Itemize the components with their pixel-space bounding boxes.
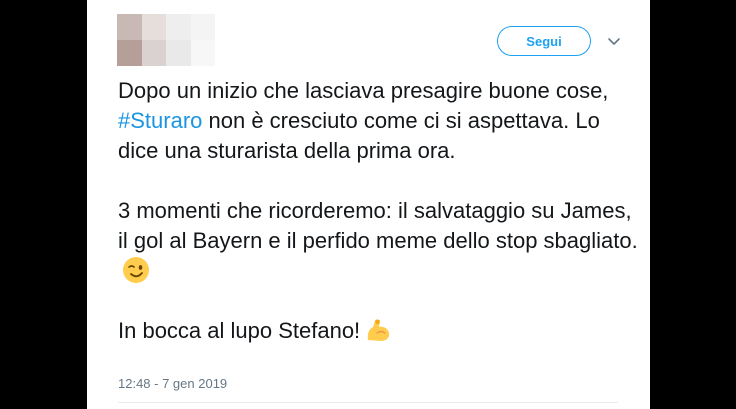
paragraph-3-text: In bocca al lupo Stefano! bbox=[118, 318, 361, 343]
divider bbox=[118, 402, 618, 403]
blurred-author-avatar[interactable] bbox=[117, 14, 215, 66]
tweet-card: Segui Dopo un inizio che lasciava presag… bbox=[87, 0, 650, 409]
tweet-timestamp[interactable]: 12:48 - 7 gen 2019 bbox=[118, 376, 227, 391]
chevron-down-icon[interactable] bbox=[606, 33, 622, 49]
winking-face-icon bbox=[123, 257, 149, 283]
screenshot-stage: Segui Dopo un inizio che lasciava presag… bbox=[0, 0, 736, 409]
tweet-paragraph-1: Dopo un inizio che lasciava presagire bu… bbox=[118, 76, 638, 166]
flexed-biceps-icon bbox=[367, 319, 390, 341]
tweet-paragraph-2: 3 momenti che ricorderemo: il salvataggi… bbox=[118, 196, 638, 286]
tweet-paragraph-3: In bocca al lupo Stefano! bbox=[118, 316, 638, 346]
hashtag-link[interactable]: #Sturaro bbox=[118, 108, 202, 133]
follow-button[interactable]: Segui bbox=[497, 26, 591, 56]
tweet-text: Dopo un inizio che lasciava presagire bu… bbox=[118, 76, 638, 346]
paragraph-2-text: 3 momenti che ricorderemo: il salvataggi… bbox=[118, 198, 638, 253]
paragraph-1-start: Dopo un inizio che lasciava presagire bu… bbox=[118, 78, 609, 103]
